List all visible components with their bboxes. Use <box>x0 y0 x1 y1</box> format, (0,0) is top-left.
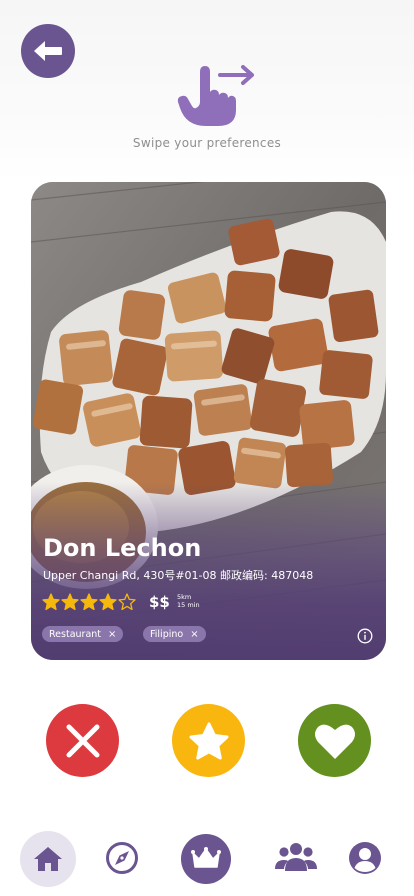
price-level: $$ <box>149 593 170 611</box>
restaurant-address: Upper Changi Rd, 430号#01-08 邮政编码: 487048 <box>43 569 314 582</box>
nav-home[interactable] <box>20 831 76 887</box>
compass-icon <box>106 842 138 874</box>
close-icon <box>66 724 99 757</box>
like-button[interactable] <box>298 704 371 777</box>
tag-label: Restaurant <box>49 628 102 640</box>
restaurant-card[interactable]: Don Lechon Upper Changi Rd, 430号#01-08 邮… <box>31 182 386 660</box>
distance-text: 5km <box>177 593 192 601</box>
rating-stars <box>42 593 136 611</box>
bottom-nav <box>0 820 414 896</box>
swipe-hint-text: Swipe your preferences <box>132 136 282 150</box>
star-filled-icon <box>80 593 98 611</box>
restaurant-name: Don Lechon <box>43 534 202 562</box>
tag-chip-restaurant[interactable]: Restaurant × <box>42 626 124 642</box>
group-icon <box>275 843 317 871</box>
tag-chip-filipino[interactable]: Filipino × <box>143 626 206 642</box>
remove-tag-icon[interactable]: × <box>108 629 116 640</box>
home-icon <box>34 847 62 871</box>
superlike-button[interactable] <box>172 704 245 777</box>
nav-profile[interactable] <box>347 840 383 876</box>
star-icon <box>189 722 228 759</box>
nav-premium[interactable] <box>181 834 231 884</box>
tag-label: Filipino <box>150 628 184 640</box>
dislike-button[interactable] <box>46 704 119 777</box>
heart-icon <box>314 724 355 759</box>
remove-tag-icon[interactable]: × <box>190 629 198 640</box>
arrow-left-icon <box>34 41 62 61</box>
swipe-hand-icon <box>177 65 254 126</box>
back-button[interactable] <box>21 24 75 78</box>
info-icon[interactable] <box>357 628 373 644</box>
nav-explore[interactable] <box>104 840 140 876</box>
star-filled-icon <box>42 593 60 611</box>
star-empty-icon <box>118 593 136 611</box>
nav-groups[interactable] <box>275 839 317 875</box>
profile-icon <box>349 842 381 874</box>
distance-info: 5km 15 min <box>177 593 200 609</box>
travel-time-text: 15 min <box>177 601 200 609</box>
crown-icon <box>191 847 221 868</box>
star-filled-icon <box>99 593 117 611</box>
star-filled-icon <box>61 593 79 611</box>
